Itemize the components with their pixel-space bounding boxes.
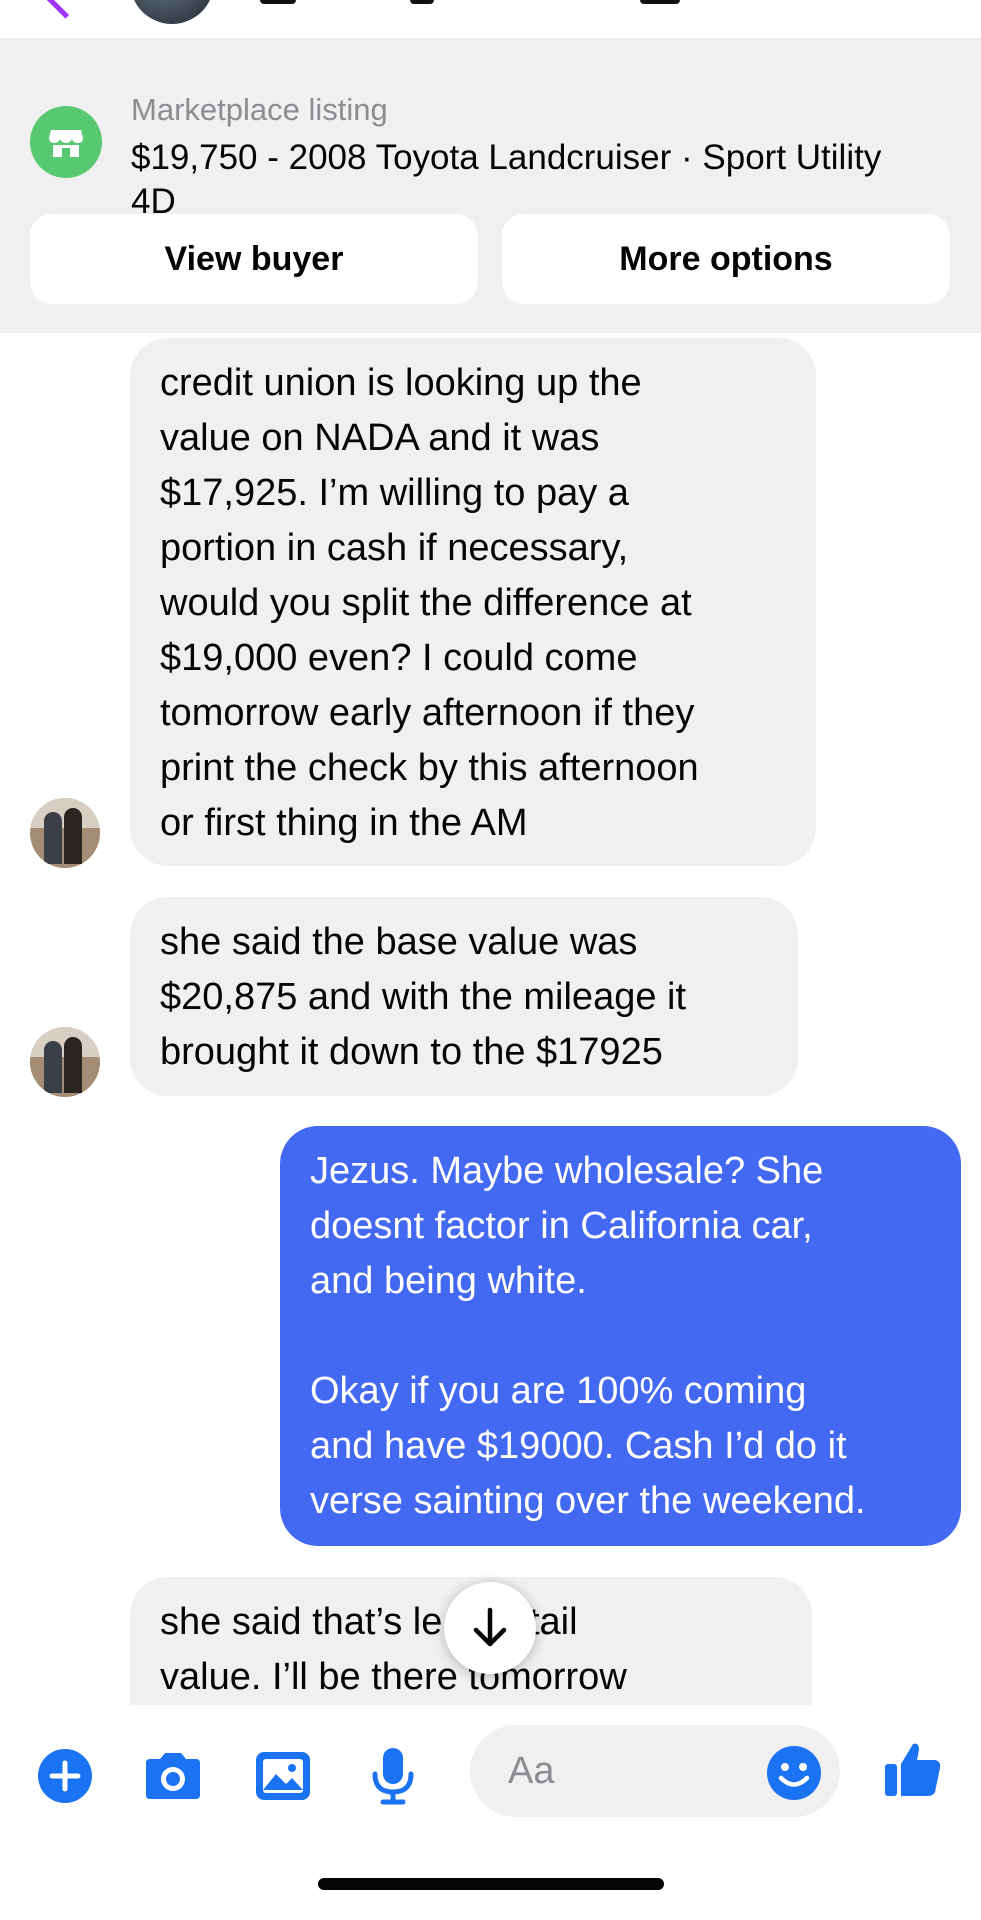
image-icon[interactable]	[252, 1745, 314, 1807]
emoji-icon[interactable]	[766, 1745, 822, 1801]
back-arrow-icon[interactable]	[46, 0, 85, 19]
microphone-icon[interactable]	[362, 1745, 424, 1807]
home-indicator	[318, 1878, 664, 1890]
camera-icon[interactable]	[142, 1745, 204, 1807]
contact-name-fragment	[260, 0, 296, 4]
plus-icon[interactable]	[34, 1745, 96, 1807]
marketplace-shop-icon	[30, 106, 102, 178]
listing-title[interactable]: $19,750 - 2008 Toyota Landcruiser · Spor…	[131, 136, 891, 224]
incoming-message-bubble[interactable]: she said the base value was $20,875 and …	[130, 897, 798, 1096]
chat-header	[0, 0, 981, 38]
contact-avatar[interactable]	[130, 0, 214, 24]
scroll-to-bottom-button[interactable]	[444, 1582, 536, 1674]
arrow-down-icon	[473, 1607, 507, 1647]
sender-avatar[interactable]	[30, 1027, 100, 1097]
contact-name-fragment	[410, 0, 434, 4]
listing-label: Marketplace listing	[131, 92, 388, 127]
thumbs-up-icon[interactable]	[882, 1739, 944, 1801]
marketplace-listing-banner: Marketplace listing $19,750 - 2008 Toyot…	[0, 38, 981, 333]
more-options-button[interactable]: More options	[502, 214, 950, 304]
contact-name-fragment	[640, 0, 680, 4]
outgoing-message-bubble[interactable]: Jezus. Maybe wholesale? She doesnt facto…	[280, 1126, 961, 1546]
incoming-message-bubble[interactable]: credit union is looking up the value on …	[130, 338, 816, 866]
sender-avatar[interactable]	[30, 798, 100, 868]
view-buyer-button[interactable]: View buyer	[30, 214, 478, 304]
